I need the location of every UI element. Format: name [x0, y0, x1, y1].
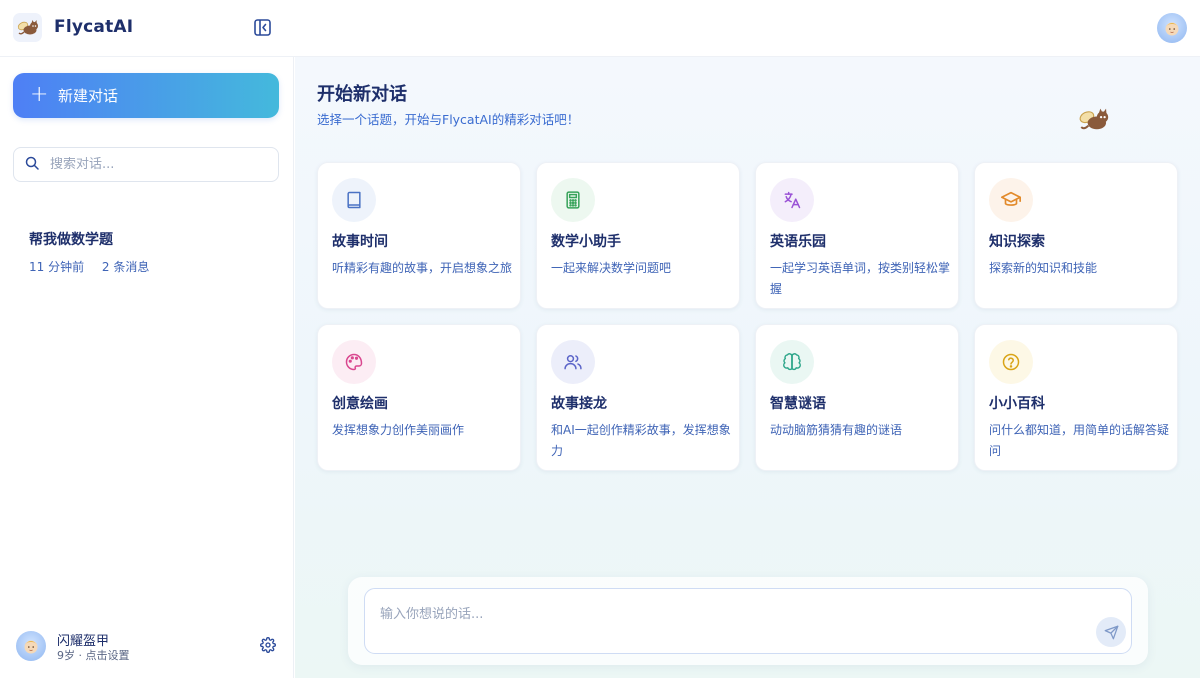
plus-icon: +: [30, 81, 49, 107]
topic-title: 智慧谜语: [770, 396, 826, 412]
question-icon: [989, 340, 1033, 384]
topic-description: 和AI一起创作精彩故事，发挥想象力: [551, 423, 731, 458]
user-avatar-top[interactable]: [1157, 13, 1187, 43]
message-composer: [348, 577, 1148, 665]
app-name: FlycatAI: [54, 17, 134, 37]
send-button[interactable]: [1096, 617, 1126, 647]
conversation-message-count: 2 条消息: [101, 260, 150, 274]
topic-card-story-relay[interactable]: 故事接龙 和AI一起创作精彩故事，发挥想象力: [536, 324, 740, 471]
new-chat-button[interactable]: + 新建对话: [13, 73, 279, 118]
user-profile: 闪耀盔甲 9岁 · 点击设置: [16, 629, 282, 663]
topic-description: 问什么都知道，用简单的话解答疑问: [989, 423, 1170, 458]
topic-card-story-time[interactable]: 故事时间 听精彩有趣的故事，开启想象之旅: [317, 162, 521, 309]
conversation-meta: 11 分钟前 2 条消息: [29, 258, 279, 275]
translate-icon: [770, 178, 814, 222]
settings-gear-icon[interactable]: [260, 637, 276, 653]
topic-description: 发挥想象力创作美丽画作: [332, 423, 465, 437]
new-chat-label: 新建对话: [58, 87, 119, 105]
conversation-title: 帮我做数学题: [29, 232, 113, 248]
topic-card-creative-drawing[interactable]: 创意绘画 发挥想象力创作美丽画作: [317, 324, 521, 471]
topic-title: 创意绘画: [332, 396, 388, 412]
search-icon: [25, 155, 39, 174]
topic-card-riddles[interactable]: 智慧谜语 动动脑筋猜猜有趣的谜语: [755, 324, 959, 471]
sidebar: + 新建对话 帮我做数学题 11 分钟前 2 条消息 闪耀盔甲 9岁 · 点击设…: [0, 57, 294, 678]
palette-icon: [332, 340, 376, 384]
topic-card-math-helper[interactable]: 数学小助手 一起来解决数学问题吧: [536, 162, 740, 309]
topic-title: 小小百科: [989, 396, 1045, 412]
topic-card-english-garden[interactable]: 英语乐园 一起学习英语单词，按类别轻松掌握: [755, 162, 959, 309]
topic-description: 一起来解决数学问题吧: [551, 261, 672, 275]
topic-description: 一起学习英语单词，按类别轻松掌握: [770, 261, 951, 296]
graduation-cap-icon: [989, 178, 1033, 222]
sidebar-collapse-icon[interactable]: [253, 18, 272, 37]
users-icon: [551, 340, 595, 384]
topic-description: 动动脑筋猜猜有趣的谜语: [770, 423, 903, 437]
topic-title: 知识探索: [989, 234, 1045, 250]
page-title: 开始新对话: [317, 84, 407, 105]
user-avatar[interactable]: [16, 631, 46, 661]
flycat-mascot-icon: [1077, 103, 1111, 137]
topic-description: 探索新的知识和技能: [989, 261, 1098, 275]
brain-icon: [770, 340, 814, 384]
search-input[interactable]: [50, 157, 260, 172]
conversation-time: 11 分钟前: [29, 260, 85, 274]
send-icon: [1104, 625, 1118, 639]
page-subtitle: 选择一个话题，开始与FlycatAI的精彩对话吧！: [317, 112, 580, 127]
search-box: [13, 147, 279, 182]
conversation-item[interactable]: 帮我做数学题 11 分钟前 2 条消息: [13, 217, 279, 279]
topic-card-mini-encyclopedia[interactable]: 小小百科 问什么都知道，用简单的话解答疑问: [974, 324, 1178, 471]
topic-title: 故事接龙: [551, 396, 607, 412]
message-input[interactable]: [380, 603, 1080, 633]
flycat-logo-icon: [13, 13, 42, 42]
topic-title: 英语乐园: [770, 234, 826, 250]
topic-card-knowledge-explore[interactable]: 知识探索 探索新的知识和技能: [974, 162, 1178, 309]
book-icon: [332, 178, 376, 222]
user-subtitle[interactable]: 9岁 · 点击设置: [57, 647, 130, 663]
top-bar: FlycatAI: [0, 0, 1200, 57]
topic-title: 数学小助手: [551, 234, 621, 250]
message-box: [364, 588, 1132, 654]
calculator-icon: [551, 178, 595, 222]
topic-title: 故事时间: [332, 234, 388, 250]
topic-description: 听精彩有趣的故事，开启想象之旅: [332, 261, 513, 275]
